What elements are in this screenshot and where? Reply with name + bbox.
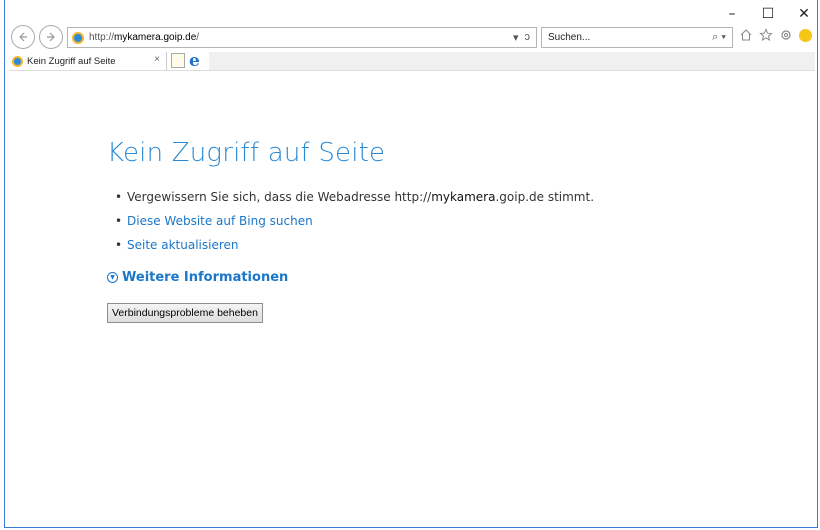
tab-label: Kein Zugriff auf Seite <box>27 55 116 67</box>
hint-list: Vergewissern Sie sich, dass die Webadres… <box>107 190 747 252</box>
search-placeholder: Suchen... <box>548 32 591 43</box>
page-title: Kein Zugriff auf Seite <box>107 138 386 168</box>
hint-refresh: Seite aktualisieren <box>115 238 747 252</box>
tab-bar-fill <box>209 52 815 70</box>
home-icon[interactable] <box>739 28 753 42</box>
feedback-smiley-icon[interactable] <box>799 29 812 42</box>
toolbar-icons <box>739 28 812 42</box>
ie-logo-icon: e <box>189 51 200 71</box>
hint-check-address-pre: Vergewissern Sie sich, dass die Webadres… <box>127 190 432 204</box>
hint-check-address: Vergewissern Sie sich, dass die Webadres… <box>115 190 747 204</box>
refresh-icon[interactable]: ↄ <box>525 31 531 44</box>
refresh-page-link[interactable]: Seite aktualisieren <box>127 238 239 252</box>
tab-close-icon[interactable]: × <box>154 54 160 65</box>
new-tab-button[interactable] <box>171 53 185 68</box>
tab-bar: Kein Zugriff auf Seite × e <box>9 51 815 71</box>
ie-page-icon <box>72 31 84 44</box>
error-content: Kein Zugriff auf Seite Vergewissern Sie … <box>107 138 747 323</box>
url-prefix: http:// <box>89 32 115 43</box>
arrow-left-icon <box>19 32 27 42</box>
url-suffix: / <box>196 32 200 43</box>
favorites-star-icon[interactable] <box>759 28 773 42</box>
hint-bing-search: Diese Website auf Bing suchen <box>115 214 747 228</box>
address-actions: ▾ ↄ <box>513 31 530 44</box>
arrow-right-icon <box>47 32 55 42</box>
hint-check-address-post: .goip.de stimmt. <box>495 190 595 204</box>
bing-search-link[interactable]: Diese Website auf Bing suchen <box>127 214 313 228</box>
url-host: mykamera.goip.de <box>114 32 197 43</box>
hint-check-address-host: mykamera <box>431 190 496 204</box>
browser-window: – ☐ ✕ http://mykamera.goip.de / ▾ ↄ Suche… <box>4 0 818 528</box>
toolbar-divider <box>9 70 815 71</box>
close-button[interactable]: ✕ <box>797 7 811 21</box>
navigation-bar: http://mykamera.goip.de / ▾ ↄ Suchen... ⌕… <box>9 22 815 52</box>
expand-circle-icon: ▼ <box>107 272 118 283</box>
window-controls: – ☐ ✕ <box>725 7 811 21</box>
search-input[interactable]: Suchen... ⌕ ▾ <box>541 27 733 48</box>
minimize-button[interactable]: – <box>725 7 739 21</box>
tab-active[interactable]: Kein Zugriff auf Seite × <box>9 52 167 70</box>
search-icon[interactable]: ⌕ ▾ <box>712 31 726 44</box>
more-info-label: Weitere Informationen <box>122 270 289 285</box>
maximize-button[interactable]: ☐ <box>761 7 775 21</box>
back-button[interactable] <box>11 25 35 49</box>
gear-icon[interactable] <box>779 28 793 42</box>
fix-connection-button[interactable]: Verbindungsprobleme beheben <box>107 303 263 323</box>
ie-tab-icon <box>12 55 23 67</box>
address-bar[interactable]: http://mykamera.goip.de / ▾ ↄ <box>67 27 537 48</box>
address-dropdown-icon[interactable]: ▾ <box>513 31 519 44</box>
more-info-toggle[interactable]: ▼ Weitere Informationen <box>107 270 747 285</box>
forward-button[interactable] <box>39 25 63 49</box>
